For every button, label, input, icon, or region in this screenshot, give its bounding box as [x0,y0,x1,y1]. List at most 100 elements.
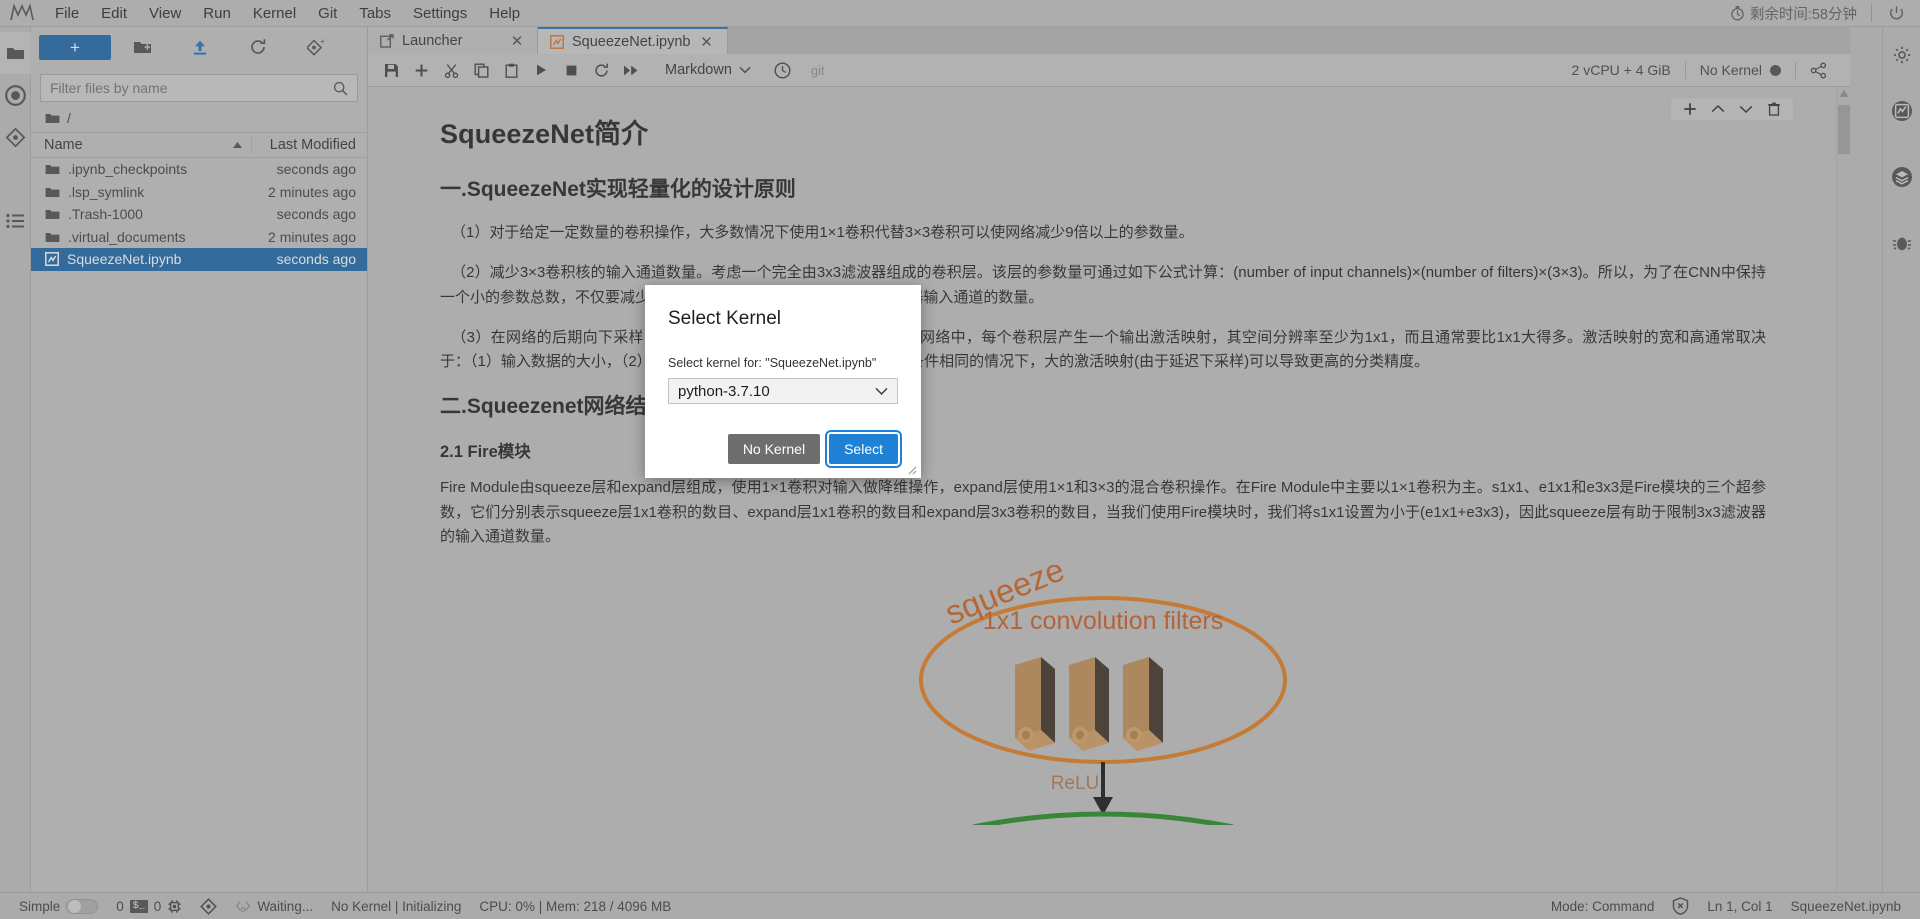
file-modified-label: 2 minutes ago [249,184,367,200]
kernel-status-label: No Kernel | Initializing [331,899,461,914]
menu-edit[interactable]: Edit [90,2,138,25]
kernel-select-dropdown[interactable]: python-3.7.10 [668,378,898,404]
mode-label: Mode: Command [1551,899,1655,914]
notebook-mode-indicator[interactable]: Mode: Command [1542,899,1664,914]
resource-indicator: 2 vCPU + 4 GiB [1558,62,1685,78]
status-bar-right: Mode: Command Ln 1, Col 1 SqueezeNet.ipy… [1542,897,1910,915]
refresh-icon[interactable] [231,32,285,62]
resource-label: 2 vCPU + 4 GiB [1572,62,1671,78]
new-folder-icon[interactable] [115,32,169,62]
tab-squeezenet-notebook[interactable]: SqueezeNet.ipynb ✕ [538,27,728,54]
kernel-indicator[interactable]: No Kernel [1686,62,1795,78]
main-dock-area: Launcher ✕ SqueezeNet.ipynb ✕ [368,27,1850,892]
notebook-scrollbar[interactable] [1836,87,1850,892]
dialog-footer: No Kernel Select [668,404,898,464]
add-cell-button[interactable] [1677,98,1703,120]
lsp-status-indicator[interactable]: Waiting... [226,893,322,919]
paste-button[interactable] [497,57,525,83]
close-icon[interactable]: ✕ [509,32,525,50]
sidebar-item-git[interactable] [0,116,31,158]
resource-usage-indicator: CPU: 0% | Mem: 218 / 4096 MB [470,893,680,919]
cursor-position-indicator[interactable]: Ln 1, Col 1 [1698,899,1781,914]
tab-launcher[interactable]: Launcher ✕ [368,27,538,54]
no-kernel-button[interactable]: No Kernel [728,434,820,464]
breadcrumb-root[interactable]: / [67,110,71,126]
file-list-item[interactable]: SqueezeNet.ipynbseconds ago [31,248,367,271]
resource-usage-label: CPU: 0% | Mem: 218 / 4096 MB [479,899,671,914]
delete-cell-button[interactable] [1761,98,1787,120]
clock-icon[interactable] [769,57,797,83]
menu-kernel[interactable]: Kernel [242,2,307,25]
stop-button[interactable] [557,57,585,83]
select-kernel-button[interactable]: Select [829,434,898,464]
dialog-title: Select Kernel [668,308,898,330]
kernel-sessions-indicator[interactable]: 0 $_ 0 [107,893,191,919]
sidebar-item-extension-manager[interactable] [1883,89,1920,133]
new-launcher-button[interactable]: + [39,35,111,60]
power-button[interactable] [1872,5,1920,22]
filter-block [1069,657,1109,751]
sidebar-item-layers-panel[interactable] [1883,155,1920,199]
simple-mode-toggle[interactable]: Simple [10,893,107,919]
save-button[interactable] [377,57,405,83]
kernel-status-dot [1770,65,1781,76]
file-list-item[interactable]: .Trash-1000seconds ago [31,203,367,226]
folder-icon [45,163,60,175]
menu-git[interactable]: Git [307,2,348,25]
share-button[interactable] [1796,62,1841,79]
menu-help[interactable]: Help [478,2,531,25]
select-kernel-dialog: Select Kernel Select kernel for: "Squeez… [645,285,921,478]
filter-files-input[interactable] [50,80,333,96]
file-name-label: .lsp_symlink [68,184,144,200]
menu-tabs[interactable]: Tabs [348,2,402,25]
column-header-name[interactable]: Name [31,137,252,153]
scrollbar-thumb[interactable] [1838,105,1850,154]
notebook-icon [550,35,564,49]
dialog-description: Select kernel for: "SqueezeNet.ipynb" [668,356,898,370]
git-toolbar-label[interactable]: git [811,63,825,78]
insert-cell-button[interactable] [407,57,435,83]
kernel-name-label: No Kernel [1700,62,1762,78]
menu-settings[interactable]: Settings [402,2,478,25]
notebook-scroll-region[interactable]: SqueezeNet简介 一.SqueezeNet实现轻量化的设计原则 （1）对… [368,87,1836,892]
resize-handle-icon[interactable] [906,464,917,475]
cut-button[interactable] [437,57,465,83]
git-status-indicator[interactable] [191,893,226,919]
toggle-switch[interactable] [66,899,98,914]
restart-run-all-button[interactable] [617,57,645,83]
menu-file[interactable]: File [44,2,90,25]
new-checkpoint-icon[interactable]: + [289,32,343,62]
terminal-icon: $_ [130,900,148,913]
upload-icon[interactable] [173,32,227,62]
markdown-cell-content[interactable]: SqueezeNet简介 一.SqueezeNet实现轻量化的设计原则 （1）对… [368,87,1836,825]
notebook-toolbar: Markdown git 2 vCPU + 4 GiB No Kernel [368,54,1850,87]
launcher-icon [380,34,394,48]
sidebar-item-property-inspector[interactable] [1883,33,1920,77]
kernel-status-indicator[interactable]: No Kernel | Initializing [322,893,470,919]
sidebar-item-running-terminals[interactable] [0,74,31,116]
shield-status[interactable] [1663,897,1698,915]
run-button[interactable] [527,57,555,83]
paragraph-2-text: （2）减少3×3卷积核的输入通道数量。考虑一个完全由3x3滤波器组成的卷积层。该… [440,264,1766,305]
file-list-item[interactable]: .lsp_symlink 2 minutes ago [31,181,367,204]
close-icon[interactable]: ✕ [699,33,715,51]
sidebar-item-table-of-contents[interactable] [0,200,31,242]
file-list-item[interactable]: .ipynb_checkpointsseconds ago [31,158,367,181]
file-list-item[interactable]: .virtual_documents2 minutes ago [31,226,367,249]
breadcrumb[interactable]: / [31,102,367,132]
column-header-modified[interactable]: Last Modified [252,137,367,153]
menu-view[interactable]: View [138,2,192,25]
move-cell-down-button[interactable] [1733,98,1759,120]
status-bar: Simple 0 $_ 0 [0,892,1920,919]
sidebar-item-file-browser[interactable] [0,32,31,74]
sidebar-item-debugger-panel[interactable] [1883,221,1920,265]
cell-type-select[interactable]: Markdown [659,60,757,80]
copy-button[interactable] [467,57,495,83]
restart-button[interactable] [587,57,615,83]
scroll-up-arrow-icon[interactable] [1839,89,1849,99]
jupyterlab-window: File Edit View Run Kernel Git Tabs Setti… [0,0,1920,919]
menu-run[interactable]: Run [192,2,242,25]
folder-icon [45,186,60,198]
move-cell-up-button[interactable] [1705,98,1731,120]
file-filter-box[interactable] [40,74,358,102]
